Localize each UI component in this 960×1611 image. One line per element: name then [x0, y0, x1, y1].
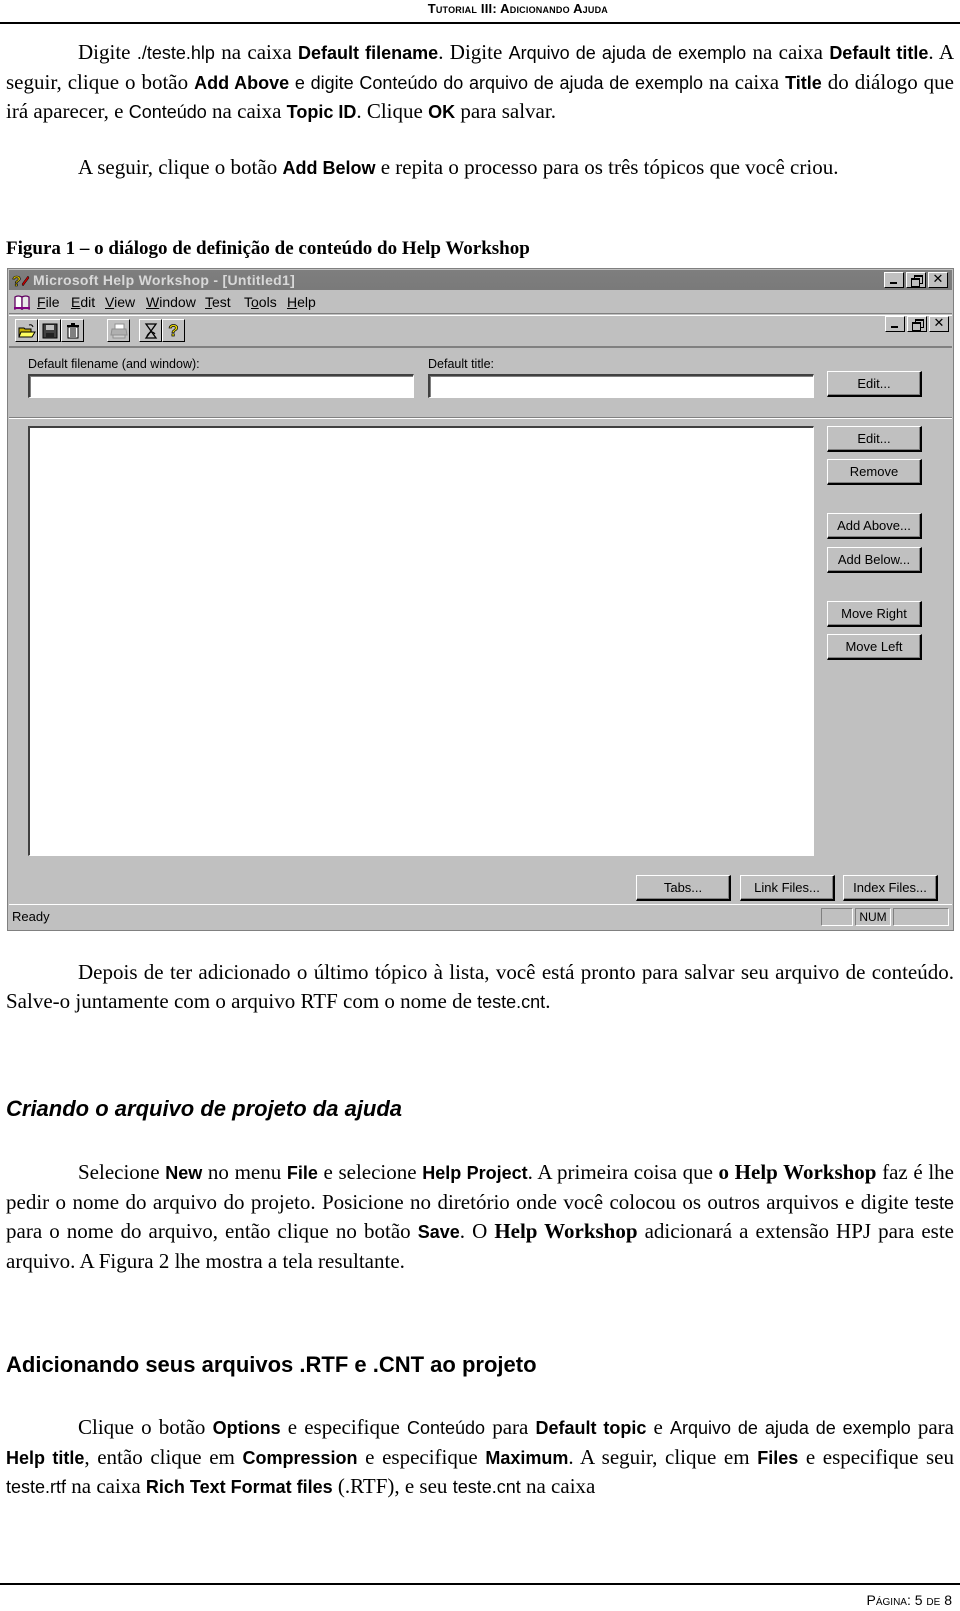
svg-text:?: ?	[12, 273, 21, 288]
status-panel-num: NUM	[855, 908, 891, 926]
running-header-title: Tutorial III: Adicionando Ajuda	[427, 1, 608, 16]
edit-button[interactable]: Edit...	[827, 426, 922, 452]
menu-edit[interactable]: Edit	[71, 294, 95, 310]
tabs-button[interactable]: Tabs...	[636, 875, 731, 901]
default-title-label: Default title:	[428, 357, 495, 371]
move-left-button[interactable]: Move Left	[827, 634, 922, 660]
title-bar: ? Microsoft Help Workshop - [Untitled1] …	[9, 270, 952, 290]
help-button[interactable]: ?	[162, 319, 185, 342]
menu-help[interactable]: Help	[287, 294, 316, 310]
minimize-button[interactable]	[884, 272, 904, 288]
menu-tools[interactable]: Tools	[244, 294, 277, 310]
add-above-button[interactable]: Add Above...	[827, 513, 922, 539]
save-button[interactable]	[38, 319, 61, 342]
index-files-button[interactable]: Index Files...	[843, 875, 938, 901]
menu-file[interactable]: File	[37, 294, 60, 310]
help-workshop-app-icon: ?	[12, 273, 30, 288]
floppy-disk-icon	[42, 323, 57, 338]
status-panel-caps	[821, 908, 853, 926]
default-filename-label: Default filename (and window):	[28, 357, 200, 371]
figure-caption: Figura 1 – o diálogo de definição de con…	[6, 238, 530, 259]
footer-rule	[0, 1583, 960, 1585]
compile-button[interactable]	[139, 319, 162, 342]
edit-defaults-button[interactable]: Edit...	[827, 371, 922, 397]
contents-editor: Default filename (and window): Default t…	[9, 347, 952, 903]
paragraph-default-filename: Digite ./teste.hlp na caixa Default file…	[6, 40, 955, 123]
separator	[9, 417, 952, 419]
page-number: Página: 5 de 8	[866, 1592, 952, 1608]
add-below-button[interactable]: Add Below...	[827, 547, 922, 573]
print-button[interactable]	[107, 319, 130, 342]
remove-button[interactable]: Remove	[827, 459, 922, 485]
menu-window[interactable]: Window	[146, 294, 196, 310]
paragraph-options: Clique o botão Options e especifique Con…	[6, 1415, 954, 1498]
paragraph-add-below: A seguir, clique o botão Add Below e rep…	[78, 155, 839, 179]
default-filename-input[interactable]	[28, 374, 414, 398]
question-mark-icon: ?	[168, 320, 179, 340]
running-header: Tutorial III: Adicionando Ajuda	[0, 0, 960, 24]
menu-bar: File Edit View Window Test Tools Help ✕	[9, 291, 952, 332]
paragraph-new-project: Selecione New no menu File e selecione H…	[6, 1160, 955, 1273]
menu-test[interactable]: Test	[205, 294, 231, 310]
window-controls: ✕	[884, 272, 948, 288]
compile-hourglass-icon	[144, 322, 157, 339]
delete-button[interactable]	[61, 319, 84, 342]
contents-list[interactable]	[28, 426, 814, 856]
link-files-button[interactable]: Link Files...	[740, 875, 835, 901]
document-book-icon	[14, 295, 30, 310]
status-bar: Ready NUM	[9, 904, 952, 929]
open-button[interactable]	[15, 319, 38, 342]
section-heading-project-file: Criando o arquivo de projeto da ajuda	[6, 1096, 403, 1121]
window-title: Microsoft Help Workshop - [Untitled1]	[33, 272, 296, 288]
status-text: Ready	[12, 909, 50, 924]
menu-view[interactable]: View	[105, 294, 135, 310]
open-folder-icon	[17, 323, 36, 337]
default-title-input[interactable]	[428, 374, 814, 398]
close-button[interactable]: ✕	[928, 272, 948, 288]
help-workshop-window: ? Microsoft Help Workshop - [Untitled1] …	[7, 268, 954, 931]
move-right-button[interactable]: Move Right	[827, 601, 922, 627]
trash-can-icon	[66, 322, 79, 338]
toolbar: ?	[9, 315, 952, 347]
printer-icon	[109, 323, 128, 338]
paragraph-save-contents: Depois de ter adicionado o último tópico…	[6, 960, 954, 1013]
status-panel-scroll	[893, 908, 949, 926]
section-heading-add-files: Adicionando seus arquivos .RTF e .CNT ao…	[6, 1352, 537, 1377]
restore-button[interactable]	[906, 272, 926, 288]
